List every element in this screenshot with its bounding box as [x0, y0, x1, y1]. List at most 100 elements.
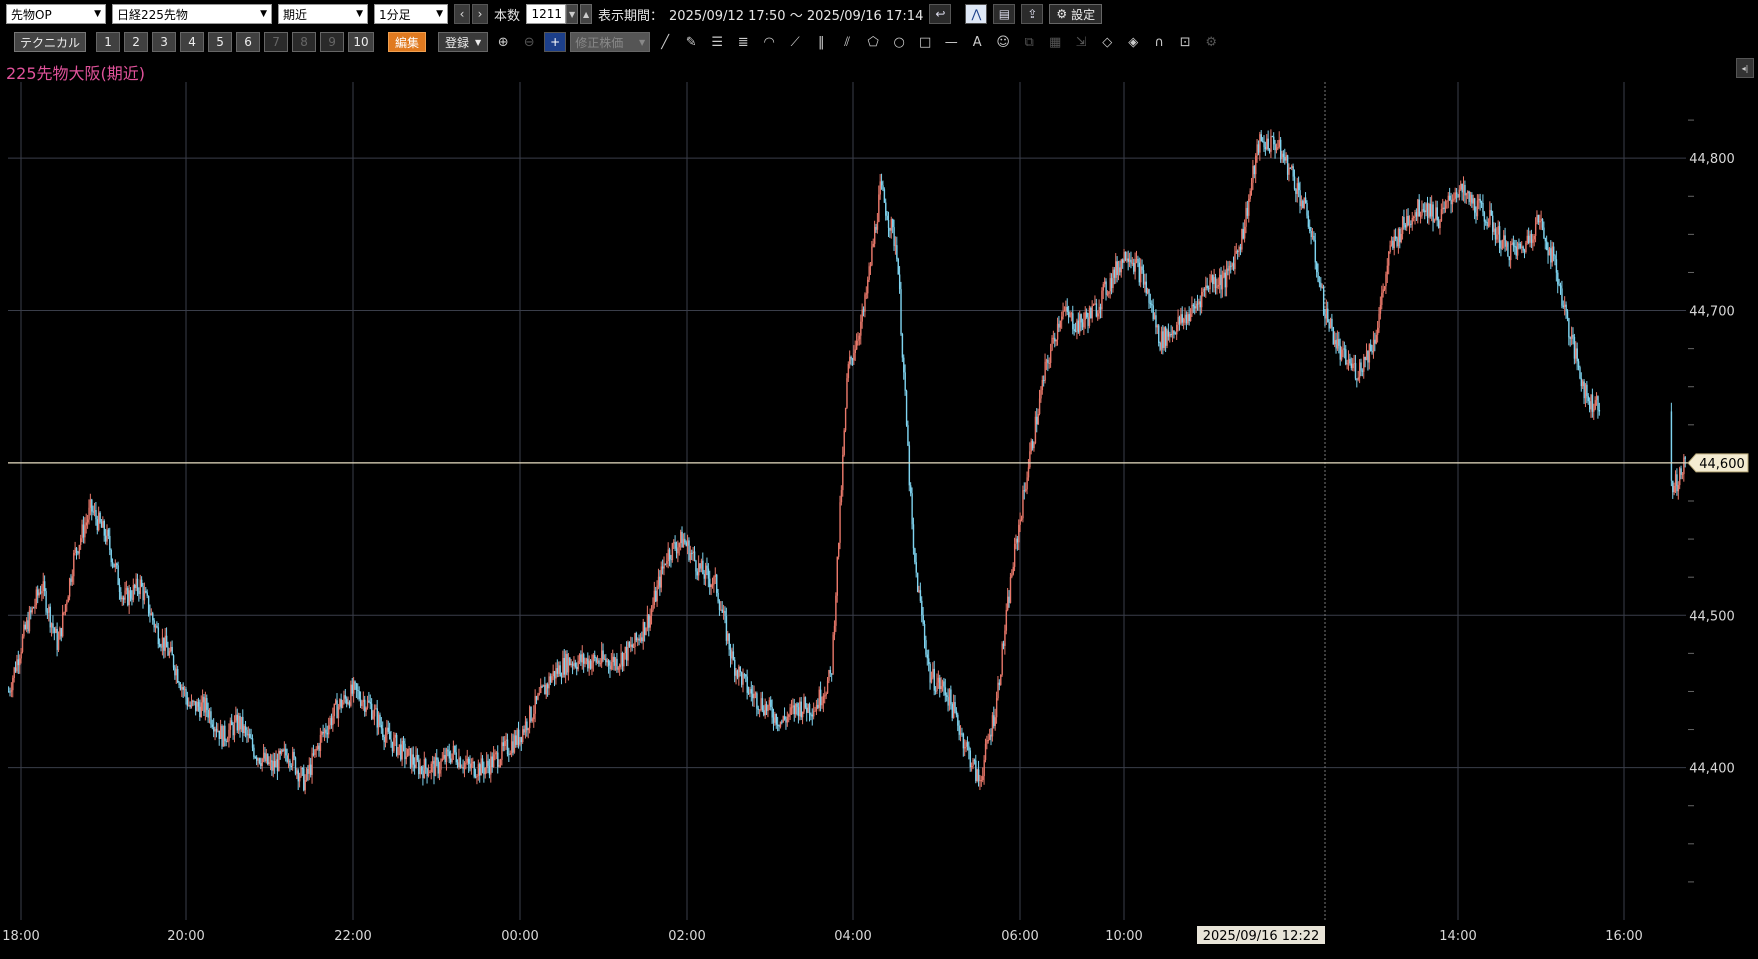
candle-body — [1116, 261, 1118, 275]
candle-body — [1523, 250, 1526, 253]
candle-body — [711, 584, 714, 586]
candle-body — [1074, 331, 1077, 333]
candle-body — [8, 691, 10, 693]
candle-body — [275, 759, 277, 768]
candle-body — [66, 602, 68, 605]
candle-body — [770, 699, 772, 707]
candle-body — [204, 698, 207, 713]
candle-body — [1575, 348, 1577, 359]
candle-body — [315, 749, 317, 751]
candle-body — [734, 659, 736, 676]
candle-body — [707, 568, 710, 579]
candle-body — [1020, 518, 1023, 520]
candle-body — [1288, 167, 1290, 175]
candle-body — [1407, 215, 1409, 226]
candle-body — [364, 699, 366, 712]
candle-body — [207, 709, 209, 718]
candle-body — [343, 695, 345, 703]
candle-body — [1160, 331, 1163, 350]
candle-body — [1282, 153, 1285, 158]
candle-body — [1245, 207, 1247, 227]
candle-body — [1094, 303, 1096, 305]
candle-body — [117, 565, 119, 585]
candle-body — [211, 724, 214, 728]
candle-body — [545, 684, 548, 695]
candle-body — [390, 739, 392, 742]
candle-body — [444, 754, 446, 763]
x-tick-label: 16:00 — [1605, 929, 1642, 944]
candle-body — [1532, 239, 1534, 243]
candle-body — [348, 702, 351, 706]
candle-body — [1217, 285, 1220, 287]
candle-body — [1569, 337, 1571, 339]
cursor-time-label: 2025/09/16 12:22 — [1203, 929, 1320, 944]
candle-body — [1437, 220, 1440, 229]
candle-body — [1582, 381, 1584, 387]
candle-body — [832, 634, 834, 674]
candle-body — [939, 677, 941, 690]
candle-body — [523, 729, 525, 733]
candle-body — [890, 219, 893, 231]
candle-body — [195, 701, 197, 712]
candle-body — [984, 743, 987, 760]
candle-body — [649, 615, 651, 628]
candle-body — [1370, 344, 1372, 352]
candle-body — [1088, 307, 1091, 326]
candle-body — [684, 538, 686, 543]
candle-body — [822, 695, 825, 704]
candle-body — [297, 770, 299, 782]
candle-body — [980, 779, 983, 781]
candle-body — [1490, 210, 1493, 216]
candle-body — [26, 620, 28, 630]
candle-body — [1587, 396, 1590, 402]
candle-body — [1472, 198, 1474, 204]
price-chart[interactable]: 18:00 20:00 22:00 00:00 02:00 04:00 06:00 10:00… — [0, 0, 1758, 959]
candle-body — [1185, 314, 1188, 324]
x-tick-label: 00:00 — [501, 929, 538, 944]
candle-body — [790, 707, 793, 709]
x-tick-label: 18:00 — [2, 929, 39, 944]
candle-body — [407, 748, 409, 757]
candle-body — [958, 725, 960, 735]
candle-body — [354, 681, 356, 684]
candle-body — [642, 622, 645, 642]
candle-body — [1195, 303, 1197, 309]
candle-body — [368, 700, 370, 703]
candle-body — [85, 522, 87, 526]
candle-body — [430, 763, 433, 772]
candle-body — [32, 607, 35, 609]
candle-body — [922, 615, 924, 625]
y-tick-label: 44,800 — [1689, 152, 1735, 167]
candle-body — [1372, 339, 1375, 353]
candle-body — [811, 714, 814, 717]
candle-body — [1313, 235, 1315, 241]
candle-body — [1196, 303, 1199, 305]
candle-body — [445, 749, 448, 763]
candle-body — [1576, 348, 1578, 362]
candle-body — [1454, 192, 1456, 199]
candle-body — [1580, 378, 1583, 387]
candle-body — [1317, 272, 1319, 282]
candle-body — [461, 767, 463, 769]
candle-body — [1119, 267, 1121, 273]
candle-body — [1007, 596, 1009, 611]
candle-body — [67, 596, 69, 603]
candle-body — [298, 776, 301, 782]
candle-body — [136, 578, 139, 591]
candle-body — [893, 227, 895, 246]
candle-body — [247, 734, 250, 736]
candle-body — [655, 590, 657, 602]
candle-body — [1191, 304, 1193, 314]
candle-body — [1237, 250, 1239, 252]
candle-body — [476, 775, 478, 778]
candle-body — [351, 684, 354, 694]
candle-body — [468, 758, 470, 764]
candle-body — [609, 665, 611, 670]
candle-body — [477, 764, 480, 776]
candle-body — [1268, 149, 1271, 152]
candle-body — [871, 246, 873, 266]
candle-body — [921, 600, 923, 616]
candle-body — [164, 635, 166, 651]
candle-body — [1357, 377, 1359, 380]
candle-body — [336, 700, 338, 719]
